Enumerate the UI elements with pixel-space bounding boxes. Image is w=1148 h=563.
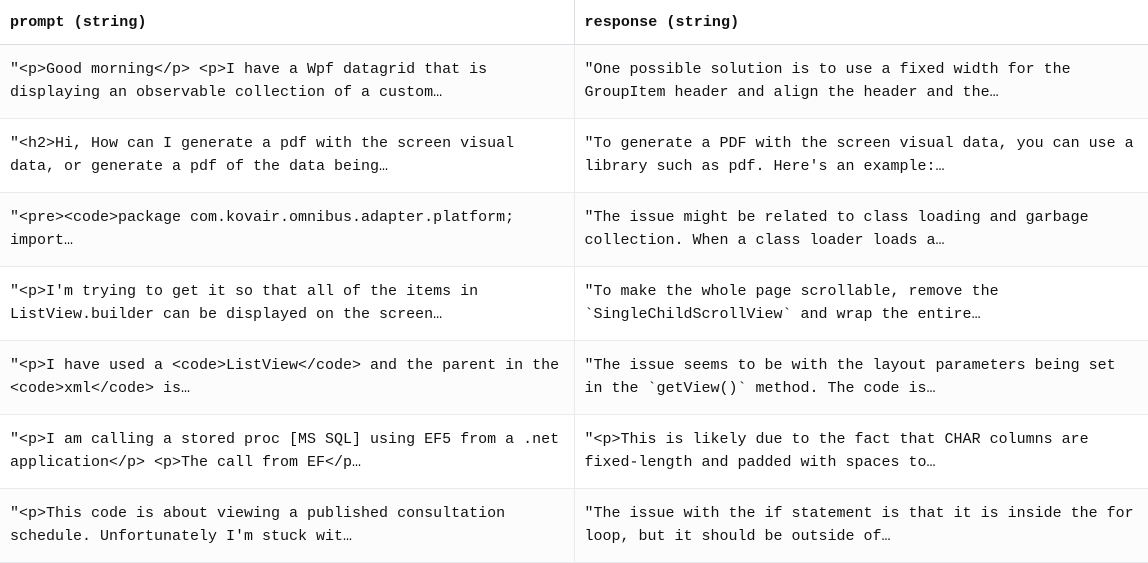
response-cell[interactable]: "One possible solution is to use a fixed… [575,45,1148,118]
column-header-response[interactable]: response (string) [575,0,1148,44]
column-name: prompt [10,14,65,31]
response-cell[interactable]: "The issue might be related to class loa… [575,193,1148,266]
column-type: (string) [666,14,739,31]
response-cell[interactable]: "To make the whole page scrollable, remo… [575,267,1148,340]
response-cell[interactable]: "The issue seems to be with the layout p… [575,341,1148,414]
table-row[interactable]: "<p>Good morning</p> <p>I have a Wpf dat… [0,45,1148,119]
response-cell[interactable]: "To generate a PDF with the screen visua… [575,119,1148,192]
column-type: (string) [74,14,147,31]
prompt-cell[interactable]: "<p>I am calling a stored proc [MS SQL] … [0,415,575,488]
prompt-cell[interactable]: "<p>I have used a <code>ListView</code> … [0,341,575,414]
prompt-cell[interactable]: "<h2>Hi, How can I generate a pdf with t… [0,119,575,192]
response-cell[interactable]: "<p>This is likely due to the fact that … [575,415,1148,488]
response-cell[interactable]: "The issue with the if statement is that… [575,489,1148,562]
table-row[interactable]: "<p>I am calling a stored proc [MS SQL] … [0,415,1148,489]
table-header-row: prompt (string) response (string) [0,0,1148,45]
data-table: prompt (string) response (string) "<p>Go… [0,0,1148,563]
column-header-prompt[interactable]: prompt (string) [0,0,575,44]
column-name: response [585,14,658,31]
table-row[interactable]: "<p>This code is about viewing a publish… [0,489,1148,563]
prompt-cell[interactable]: "<pre><code>package com.kovair.omnibus.a… [0,193,575,266]
prompt-cell[interactable]: "<p>This code is about viewing a publish… [0,489,575,562]
prompt-cell[interactable]: "<p>Good morning</p> <p>I have a Wpf dat… [0,45,575,118]
table-row[interactable]: "<h2>Hi, How can I generate a pdf with t… [0,119,1148,193]
prompt-cell[interactable]: "<p>I'm trying to get it so that all of … [0,267,575,340]
table-row[interactable]: "<p>I'm trying to get it so that all of … [0,267,1148,341]
table-row[interactable]: "<p>I have used a <code>ListView</code> … [0,341,1148,415]
table-row[interactable]: "<pre><code>package com.kovair.omnibus.a… [0,193,1148,267]
